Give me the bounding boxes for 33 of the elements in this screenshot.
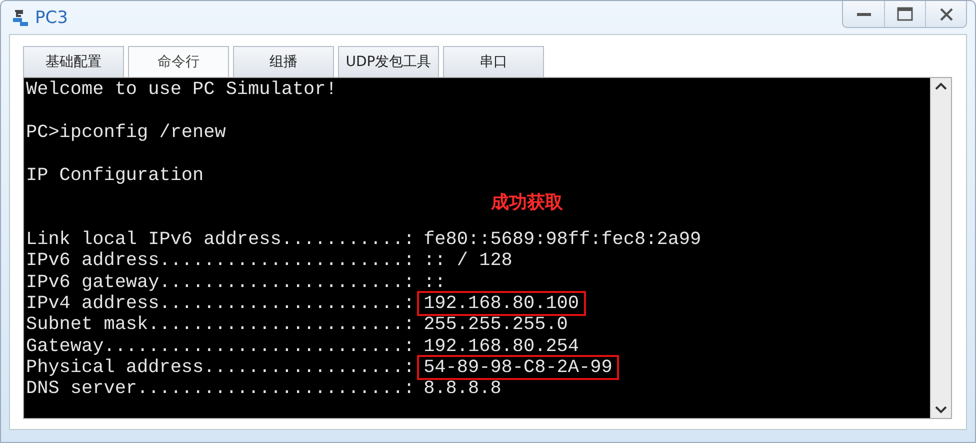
field-label: Subnet mask.......................: [26, 314, 415, 336]
highlighted-value: 54-89-98-C8-2A-99 [418, 357, 618, 378]
terminal-line: Welcome to use PC Simulator! [26, 79, 337, 100]
field-value: 192.168.80.254 [422, 336, 580, 358]
terminal-line: IP Configuration [26, 164, 204, 186]
annotation-text: 成功获取 [491, 191, 563, 214]
field-label: IPv6 gateway......................: [26, 272, 415, 293]
field-value: fe80::5689:98ff:fec8:2a99 [422, 228, 702, 250]
close-icon [940, 8, 952, 20]
tab[interactable]: 组播 [233, 46, 334, 77]
maximize-icon [897, 7, 913, 21]
field-label: DNS server........................: [26, 378, 415, 400]
network-icon [11, 8, 31, 28]
field-label: Physical address..................: [26, 357, 415, 378]
field-label: IPv4 address......................: [26, 292, 415, 314]
tab[interactable]: 命令行 [128, 46, 229, 77]
scroll-down-icon[interactable] [935, 406, 947, 414]
scroll-up-icon[interactable] [935, 82, 947, 90]
minimize-icon [856, 12, 870, 16]
field-label: Gateway...........................: [26, 336, 415, 358]
field-label: Link local IPv6 address...........: [26, 228, 415, 250]
highlighted-value: 192.168.80.100 [418, 292, 584, 314]
window-title: PC3 [35, 8, 68, 28]
field-value: :: [422, 272, 447, 293]
field-value: 255.255.255.0 [422, 314, 569, 336]
terminal-line: PC>ipconfig /renew [26, 122, 226, 144]
field-value: 8.8.8.8 [422, 378, 502, 400]
tab[interactable]: UDP发包工具 [338, 46, 439, 77]
scrollbar[interactable] [930, 78, 951, 418]
field-value: :: / 128 [422, 250, 514, 272]
tab[interactable]: 基础配置 [23, 46, 124, 77]
field-label: IPv6 address......................: [26, 250, 415, 272]
tab[interactable]: 串口 [443, 46, 544, 77]
